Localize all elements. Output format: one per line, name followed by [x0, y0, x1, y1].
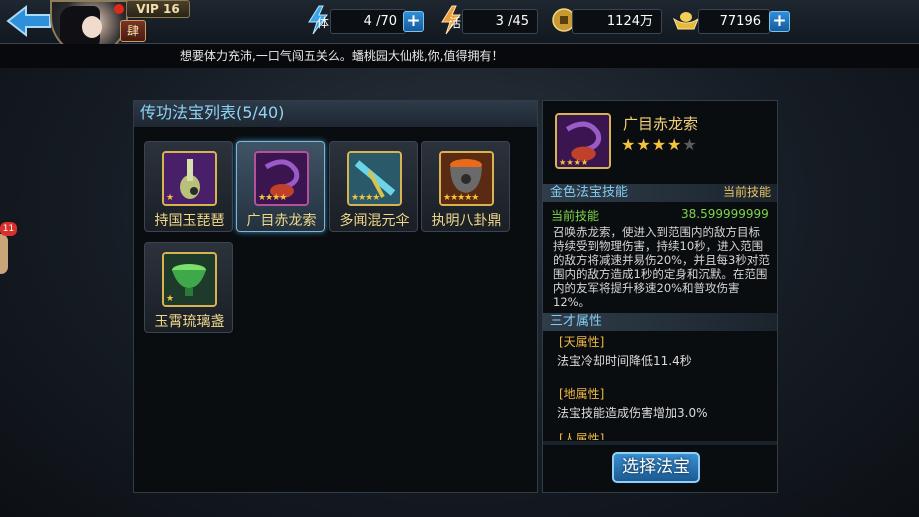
- treasure-detail-panel: ★★★★ 广目赤龙索 ★★★★★ 金色法宝技能 当前技能 当前技能 38.599…: [542, 100, 778, 493]
- treasure-list-panel: 传功法宝列表(5/40) ★ 持国玉琵琶 ★★★★ 广目赤龙索 ★★★★ 多闻混…: [133, 100, 538, 493]
- stamina-label: 体: [317, 16, 330, 30]
- item-stars: ★★★★: [351, 193, 380, 203]
- attr-section-title: 三才属性: [550, 314, 603, 329]
- dragon-rope-icon: ★★★★: [254, 151, 309, 206]
- skill-section-title: 金色法宝技能: [550, 185, 629, 200]
- scrolling-notice: 想要体力充沛,一口气闯五关么。蟠桃园大仙桃,你,值得拥有！: [0, 44, 919, 68]
- item-name: 玉霄琉璃盏: [154, 314, 225, 330]
- treasure-list-title: 传功法宝列表(5/40): [134, 101, 537, 127]
- heaven-attr-head: [天属性]: [559, 335, 605, 349]
- item-stars: ★★★★: [258, 193, 287, 203]
- cup-icon: ★: [162, 252, 217, 307]
- current-skill-row: 当前技能 38.599999999: [551, 207, 769, 224]
- side-notification-badge: 11: [0, 222, 17, 236]
- detail-dragon-rope-icon: ★★★★: [555, 113, 611, 169]
- current-skill-label: 当前技能: [551, 209, 600, 223]
- coin-value: 1124万: [606, 14, 653, 29]
- treasure-item-umbrella[interactable]: ★★★★ 多闻混元伞: [329, 141, 418, 232]
- cauldron-icon: ★★★★★: [439, 151, 494, 206]
- back-arrow-icon[interactable]: [4, 4, 54, 38]
- skill-section-right-label: 当前技能: [722, 185, 771, 199]
- svg-text:★★★★: ★★★★: [559, 157, 588, 167]
- current-skill-value: 38.599999999: [681, 207, 769, 221]
- side-tab[interactable]: [0, 234, 8, 274]
- treasure-item-dragon-rope[interactable]: ★★★★ 广目赤龙索: [236, 141, 325, 232]
- item-name: 多闻混元伞: [339, 213, 410, 229]
- vitality-label: 活: [449, 16, 462, 30]
- notification-dot: [114, 4, 124, 14]
- item-stars: ★: [166, 294, 174, 304]
- ingot-value: 77196: [719, 14, 761, 29]
- ingot-field: 77196: [698, 9, 770, 34]
- ingot-icon: [672, 12, 700, 30]
- add-ingot-button[interactable]: +: [769, 11, 790, 32]
- attr-section-header: 三才属性: [543, 313, 777, 331]
- item-stars: ★: [166, 193, 174, 203]
- add-stamina-button[interactable]: +: [403, 11, 424, 32]
- detail-rating: ★★★★★: [621, 135, 698, 154]
- treasure-item-pipa[interactable]: ★ 持国玉琵琶: [144, 141, 233, 232]
- rating-stars-on: ★★★★: [621, 135, 683, 154]
- item-stars: ★★★★★: [443, 193, 479, 203]
- item-name: 执明八卦鼎: [431, 213, 502, 229]
- earth-attr-text: 法宝技能造成伤害增加3.0%: [557, 406, 708, 420]
- treasure-item-cup[interactable]: ★ 玉霄琉璃盏: [144, 242, 233, 333]
- coin-field: 1124万: [572, 9, 662, 34]
- rank-badge: 肆: [120, 20, 146, 42]
- vip-badge[interactable]: VIP 16: [126, 0, 190, 18]
- scroll-divider: [543, 441, 777, 445]
- pipa-icon: ★: [162, 151, 217, 206]
- skill-section-header: 金色法宝技能 当前技能: [543, 184, 777, 202]
- stamina-value: 4 /70: [363, 14, 397, 29]
- rating-stars-off: ★: [682, 135, 698, 154]
- vitality-value: 3 /45: [495, 14, 529, 29]
- item-name: 持国玉琵琶: [154, 213, 225, 229]
- human-attr-head: [人属性]: [559, 432, 605, 440]
- stamina-field: 体 4 /70: [317, 9, 406, 34]
- skill-description: 召唤赤龙索，使进入到范围内的敌方目标持续受到物理伤害，持续10秒，进入范围的敌方…: [553, 225, 770, 309]
- heaven-attr-text: 法宝冷却时间降低11.4秒: [557, 354, 692, 368]
- select-treasure-button[interactable]: 选择法宝: [612, 452, 700, 483]
- detail-name: 广目赤龙索: [623, 115, 699, 133]
- vitality-field: 活 3 /45: [449, 9, 538, 34]
- earth-attr-head: [地属性]: [559, 387, 605, 401]
- item-name: 广目赤龙索: [246, 213, 317, 229]
- umbrella-icon: ★★★★: [347, 151, 402, 206]
- treasure-item-cauldron[interactable]: ★★★★★ 执明八卦鼎: [421, 141, 510, 232]
